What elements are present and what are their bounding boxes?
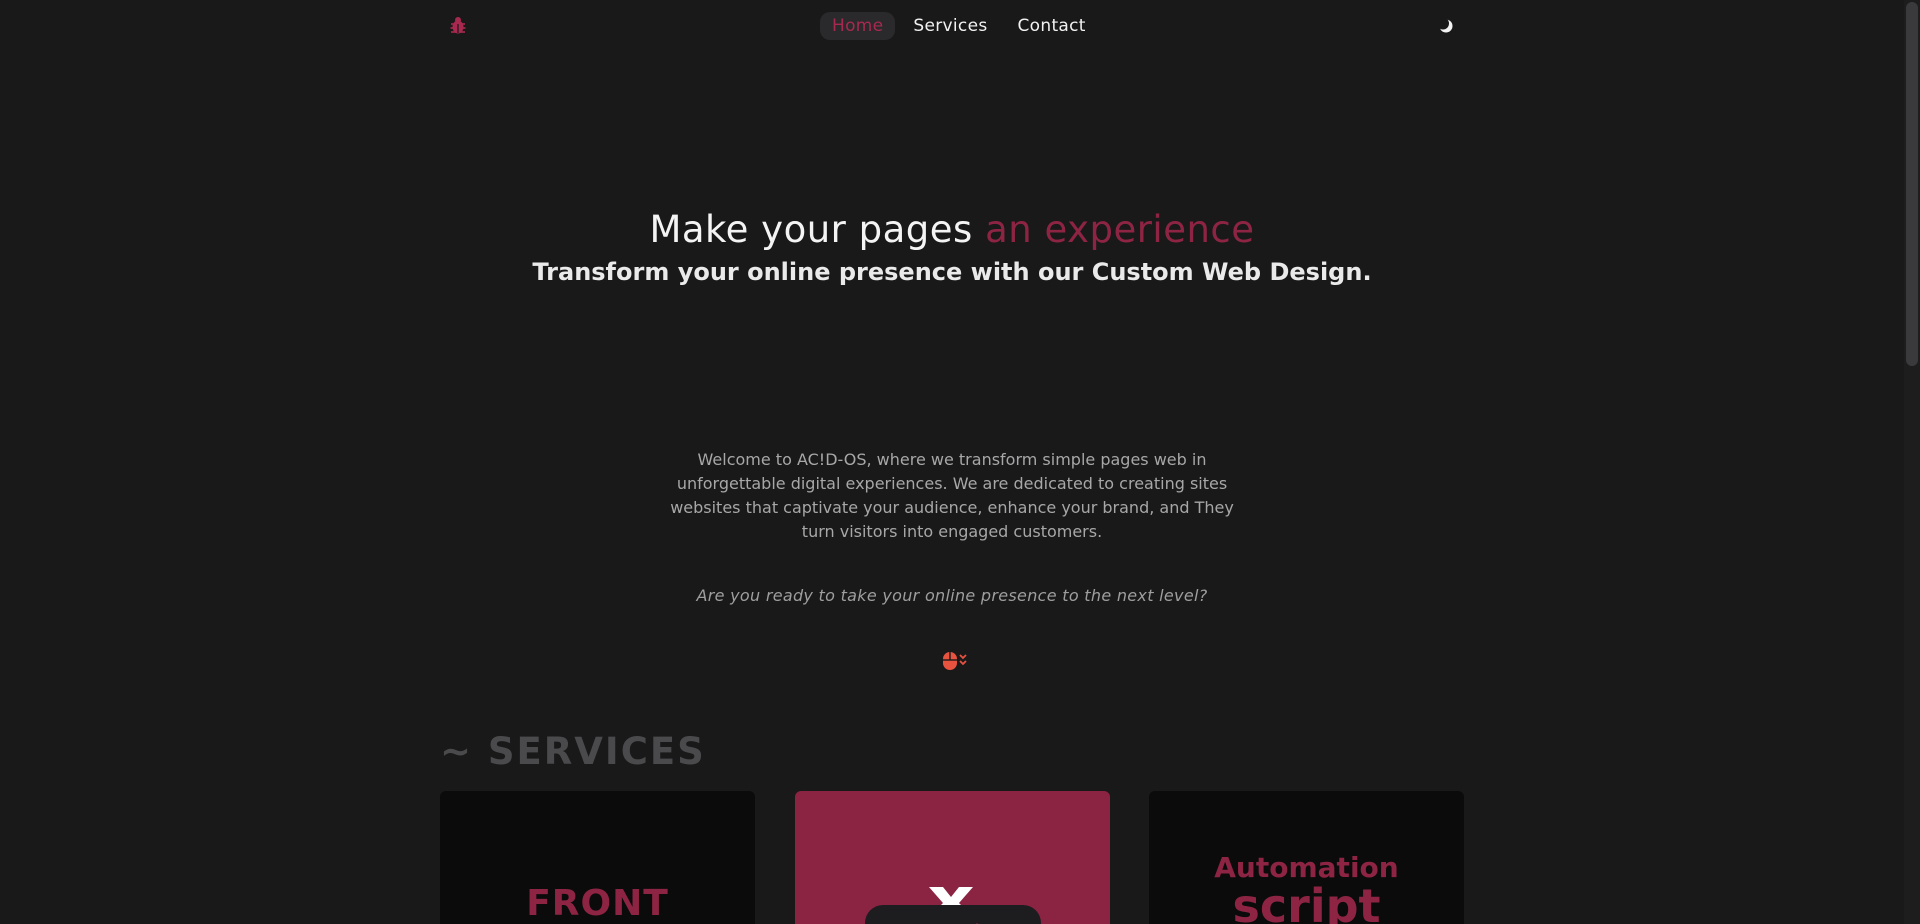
intro-question: Are you ready to take your online presen… <box>696 586 1208 605</box>
settings-icon[interactable] <box>1003 918 1017 924</box>
service-card-label-bottom: script <box>1232 879 1381 924</box>
bug-icon[interactable] <box>448 16 468 36</box>
service-card-label: FRONT <box>526 883 669 924</box>
intro-text: Welcome to AC!D-OS, where we transform s… <box>670 450 1234 541</box>
microphone-icon[interactable] <box>889 918 903 924</box>
page: Home Services Contact Make your pages an… <box>0 0 1920 924</box>
folder-icon[interactable] <box>927 918 941 924</box>
nav-links: Home Services Contact <box>820 12 1098 40</box>
dock-bar <box>865 905 1041 924</box>
vertical-scrollbar[interactable] <box>1904 0 1920 924</box>
hero-subtitle: Transform your online presence with our … <box>532 258 1372 286</box>
menu-icon[interactable] <box>965 918 979 924</box>
nav-link-home[interactable]: Home <box>820 12 896 40</box>
nav-link-contact[interactable]: Contact <box>1006 12 1098 40</box>
top-navigation: Home Services Contact <box>440 10 1464 42</box>
service-card-middle[interactable] <box>795 791 1110 924</box>
nav-link-services[interactable]: Services <box>901 12 999 40</box>
hero-title: Make your pages an experience <box>0 208 1904 251</box>
hero-title-main: Make your pages <box>649 208 986 251</box>
scroll-down-icon[interactable] <box>941 650 971 672</box>
services-heading: ~ SERVICES <box>440 730 706 773</box>
hero-title-accent: an experience <box>985 208 1255 251</box>
service-card-automation[interactable]: Automation script <box>1149 791 1464 924</box>
moon-icon[interactable] <box>1436 16 1456 36</box>
scrollbar-thumb[interactable] <box>1906 2 1918 366</box>
service-card-front[interactable]: FRONT <box>440 791 755 924</box>
